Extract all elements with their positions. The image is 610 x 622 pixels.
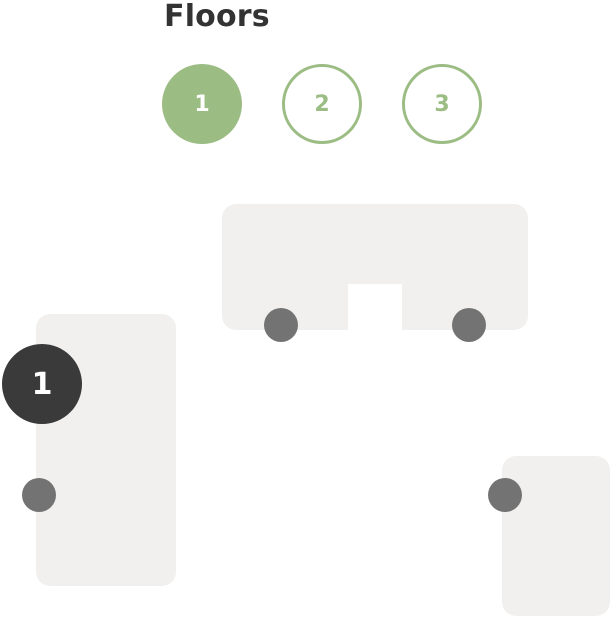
hotspot-3[interactable] [22, 478, 56, 512]
hotspot-4[interactable] [488, 478, 522, 512]
hotspot-2[interactable] [452, 308, 486, 342]
location-marker-label: 1 [31, 366, 53, 402]
floor-plan: 1 [0, 0, 610, 622]
room-right [502, 456, 610, 616]
hotspot-1[interactable] [264, 308, 298, 342]
room-top-notch [348, 284, 402, 334]
location-marker[interactable]: 1 [2, 344, 82, 424]
